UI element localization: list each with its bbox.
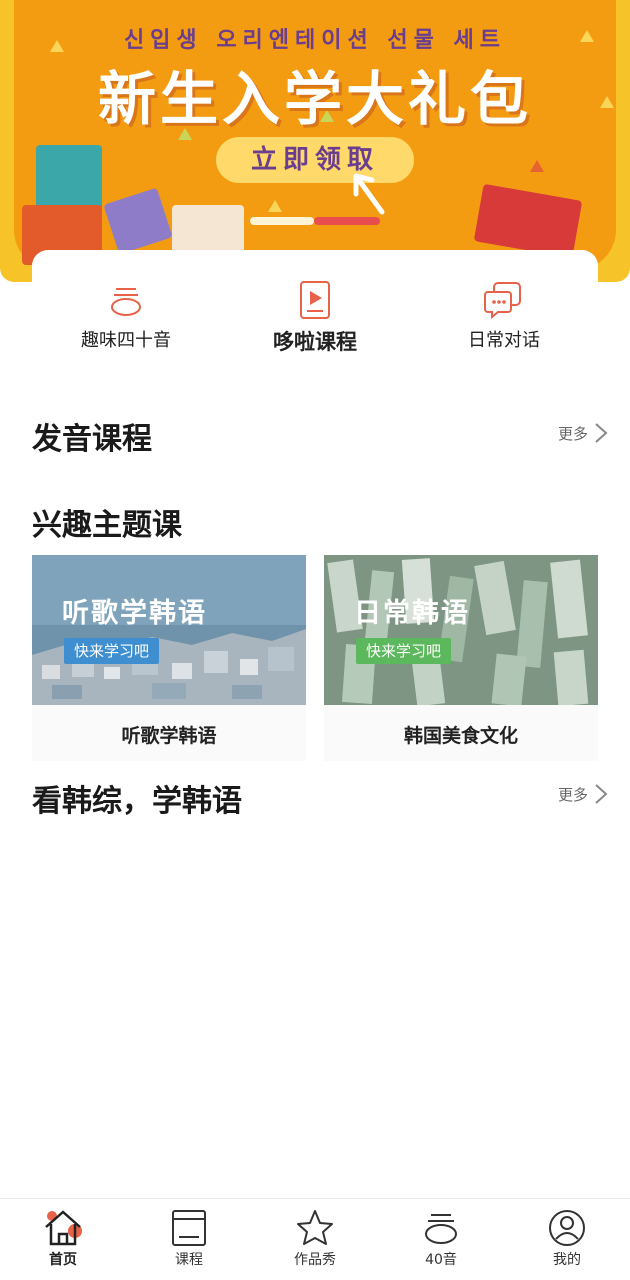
more-label: 更多 [557, 785, 588, 804]
bottom-navigation: 首页 课程 作品秀 40音 我的 [0, 1198, 630, 1280]
shortcut-video-course[interactable]: 哆啦课程 [235, 280, 395, 356]
cursor-arrow-icon [353, 173, 385, 215]
shortcut-daily-dialogue[interactable]: 日常对话 [424, 280, 584, 352]
more-label: 更多 [557, 424, 588, 443]
shortcut-label: 哆啦课程 [273, 330, 357, 354]
shortcut-bar: 趣味四十音 哆啦课程 日常对话 [32, 250, 598, 370]
section-title-interest: 兴趣主题课 [32, 508, 182, 543]
course-card-image: 日常韩语 快来学习吧 [324, 555, 598, 705]
promo-banner[interactable]: 신입생 오리엔테이션 선물 세트 新生入学大礼包 立即领取 [0, 0, 630, 282]
chevron-right-icon [595, 784, 608, 804]
forty-sounds-icon [111, 288, 141, 316]
nav-label: 40音 [425, 1252, 457, 1268]
chat-bubbles-icon [484, 282, 521, 320]
card-image-title: 日常韩语 [354, 598, 470, 629]
banner-subtitle: 신입생 오리엔테이션 선물 세트 [123, 28, 507, 53]
nav-label: 首页 [49, 1252, 77, 1268]
wish-notes-photo [324, 555, 598, 705]
more-link-pronunciation[interactable]: 更多 [558, 422, 608, 444]
carousel-indicator[interactable] [250, 217, 380, 225]
nav-label: 我的 [553, 1252, 581, 1268]
nav-forty-sounds[interactable]: 40音 [393, 1207, 489, 1269]
course-card-image: 听歌学韩语 快来学习吧 [32, 555, 306, 705]
section-title-variety: 看韩综，学韩语 [32, 784, 242, 819]
book-icon [172, 1210, 206, 1246]
city-photo [32, 555, 306, 705]
confetti-triangle [268, 200, 282, 212]
star-icon [297, 1210, 333, 1245]
gift-box-image [172, 205, 244, 255]
section-title-pronunciation: 发音课程 [32, 422, 152, 457]
shortcut-label: 趣味四十音 [81, 330, 171, 351]
nav-home[interactable]: 首页 [15, 1207, 111, 1269]
course-card-title: 听歌学韩语 [121, 725, 217, 747]
course-card[interactable]: 日常韩语 快来学习吧 韩国美食文化 [324, 555, 598, 761]
shortcut-forty-sounds[interactable]: 趣味四十音 [46, 280, 206, 352]
carousel-dot-active[interactable] [314, 217, 380, 225]
nav-label: 作品秀 [294, 1252, 336, 1268]
nav-profile[interactable]: 我的 [519, 1207, 615, 1269]
course-card-title: 韩国美食文化 [403, 725, 518, 747]
banner-title: 新生入学大礼包 [97, 65, 532, 133]
nav-showcase[interactable]: 作品秀 [267, 1207, 363, 1269]
chevron-right-icon [595, 423, 608, 443]
nav-label: 课程 [175, 1252, 203, 1268]
carousel-dot[interactable] [250, 217, 314, 225]
card-image-tag: 快来学习吧 [356, 638, 452, 664]
confetti-triangle [530, 160, 544, 172]
video-course-icon [300, 281, 330, 319]
card-image-tag: 快来学习吧 [64, 638, 160, 664]
profile-icon [549, 1210, 585, 1246]
card-image-title: 听歌学韩语 [62, 598, 207, 629]
shortcut-label: 日常对话 [468, 330, 540, 351]
forty-sounds-icon [425, 1214, 457, 1244]
nav-courses[interactable]: 课程 [141, 1207, 237, 1269]
course-card[interactable]: 听歌学韩语 快来学习吧 听歌学韩语 [32, 555, 306, 761]
more-link-variety[interactable]: 更多 [558, 783, 608, 805]
home-icon [45, 1210, 82, 1246]
